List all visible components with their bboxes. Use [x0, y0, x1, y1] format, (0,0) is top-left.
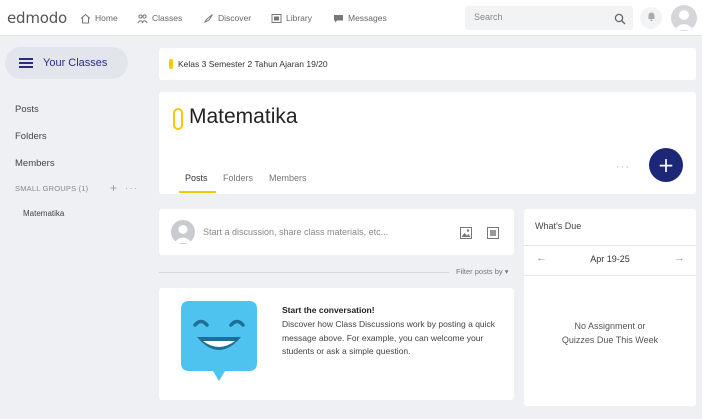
create-post-button[interactable]: + — [649, 148, 683, 182]
active-tab-indicator — [179, 191, 216, 193]
sidebar-item-members[interactable]: Members — [15, 158, 55, 169]
messages-icon — [333, 13, 344, 24]
attachment-icon[interactable] — [487, 226, 499, 239]
user-avatar — [171, 220, 195, 244]
speech-bubble-illustration — [181, 301, 257, 381]
class-color-marker — [169, 59, 173, 69]
group-options-icon[interactable]: ··· — [125, 183, 138, 194]
caret-down-icon: ▾ — [504, 267, 509, 276]
discover-icon — [203, 13, 214, 24]
add-group-icon[interactable]: + — [110, 181, 117, 195]
image-icon[interactable] — [460, 226, 472, 239]
no-due-message: No Assignment or Quizzes Due This Week — [561, 321, 659, 345]
search-icon[interactable] — [614, 12, 626, 25]
arrow-right-icon[interactable]: → — [674, 252, 685, 264]
start-conversation-card: Start the conversation! Discover how Cla… — [159, 288, 514, 400]
tab-members[interactable]: Members — [269, 173, 307, 183]
sidebar-group-matematika[interactable]: Matematika — [23, 209, 64, 218]
your-classes-button[interactable]: Your Classes — [5, 47, 128, 79]
feed-divider — [159, 272, 449, 273]
tab-posts[interactable]: Posts — [185, 173, 208, 183]
tab-folders[interactable]: Folders — [223, 173, 253, 183]
menu-icon — [19, 58, 33, 68]
bell-icon — [646, 9, 657, 27]
nav-messages[interactable]: Messages — [333, 11, 387, 25]
search-placeholder: Search — [474, 12, 503, 22]
class-header-card: Matematika Posts Folders Members ··· + — [159, 92, 696, 194]
sidebar-item-posts[interactable]: Posts — [15, 104, 39, 115]
filter-posts-dropdown[interactable]: Filter posts by ▾ — [456, 267, 509, 276]
top-nav-bar: edmodo Home Classes Discover Library Mes… — [0, 0, 702, 36]
class-announcement: Kelas 3 Semester 2 Tahun Ajaran 19/20 — [159, 48, 696, 80]
user-icon — [174, 225, 192, 243]
home-icon — [80, 13, 91, 24]
library-icon — [271, 13, 282, 24]
your-classes-label: Your Classes — [43, 57, 108, 69]
filter-posts-label: Filter posts by — [456, 267, 503, 276]
class-color-marker — [173, 108, 183, 130]
classes-icon — [137, 13, 148, 24]
composer-placeholder: Start a discussion, share class material… — [203, 227, 389, 237]
post-composer[interactable]: Start a discussion, share class material… — [159, 209, 514, 255]
nav-library[interactable]: Library — [271, 11, 312, 25]
edmodo-logo[interactable]: edmodo — [7, 9, 67, 27]
divider — [524, 275, 696, 276]
nav-classes-label: Classes — [152, 13, 183, 23]
nav-home-label: Home — [95, 13, 118, 23]
divider — [524, 245, 696, 246]
search-input[interactable]: Search — [465, 6, 633, 30]
profile-avatar[interactable] — [671, 5, 697, 31]
class-title: Matematika — [189, 105, 298, 128]
nav-home[interactable]: Home — [80, 11, 118, 25]
nav-discover[interactable]: Discover — [203, 11, 251, 25]
announcement-text: Kelas 3 Semester 2 Tahun Ajaran 19/20 — [178, 59, 328, 69]
small-groups-heading: SMALL GROUPS (1) — [15, 184, 89, 193]
user-icon — [674, 10, 694, 30]
due-date-range: Apr 19-25 — [590, 254, 630, 264]
conversation-title: Start the conversation! — [282, 305, 375, 315]
notifications-button[interactable] — [640, 7, 662, 29]
sidebar-item-folders[interactable]: Folders — [15, 131, 47, 142]
nav-library-label: Library — [286, 13, 312, 23]
more-options-icon[interactable]: ··· — [616, 161, 630, 173]
nav-classes[interactable]: Classes — [137, 11, 182, 25]
nav-messages-label: Messages — [348, 13, 387, 23]
conversation-body: Discover how Class Discussions work by p… — [282, 319, 496, 356]
plus-icon: + — [657, 153, 675, 177]
whats-due-panel: What's Due ← Apr 19-25 → No Assignment o… — [524, 209, 696, 406]
nav-discover-label: Discover — [218, 13, 252, 23]
whats-due-title: What's Due — [535, 221, 582, 231]
